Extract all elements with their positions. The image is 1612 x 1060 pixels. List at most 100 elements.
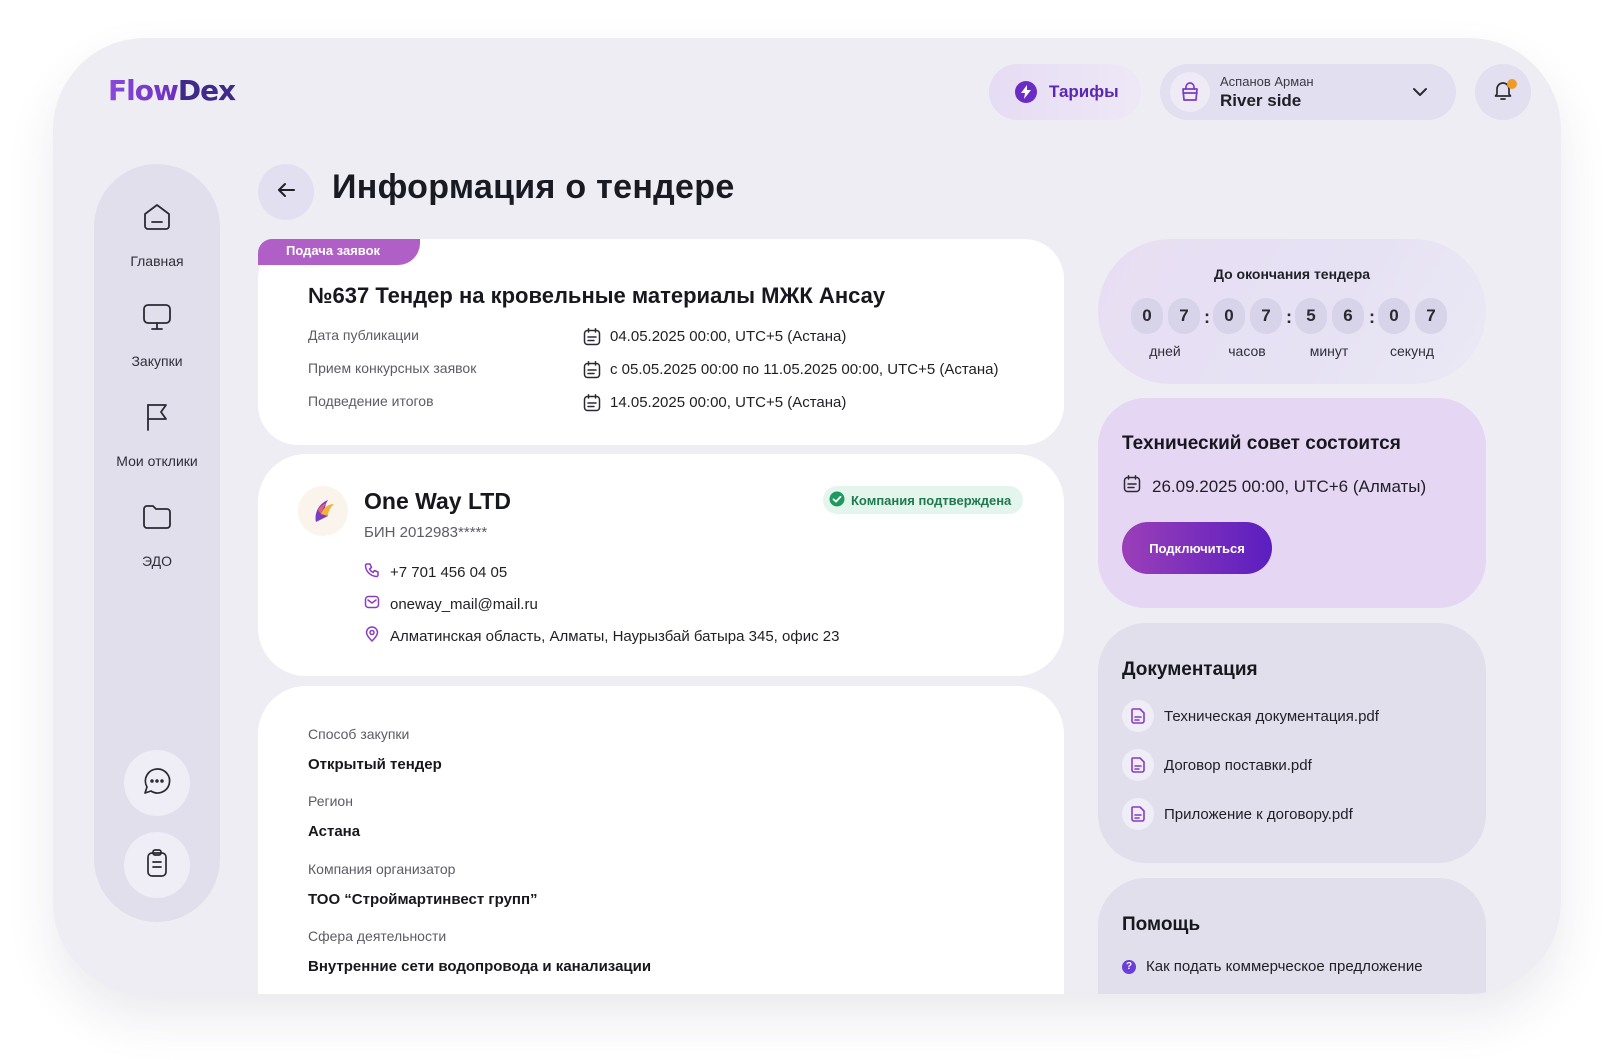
account-switcher[interactable]: Аспанов Арман River side	[1160, 64, 1456, 120]
sidebar-item-responses[interactable]: Мои отклики	[94, 400, 220, 469]
calendar-icon	[582, 360, 602, 385]
tech-council-card: Технический совет состоится 26.09.2025 0…	[1098, 398, 1486, 608]
company-phone[interactable]: +7 701 456 04 05	[364, 562, 507, 582]
calendar-icon	[582, 327, 602, 352]
document-name: Техническая документация.pdf	[1164, 707, 1379, 725]
countdown-title: До окончания тендера	[1213, 266, 1371, 282]
document-link[interactable]: Техническая документация.pdf	[1122, 700, 1379, 732]
notifications-button[interactable]	[1475, 64, 1531, 120]
row-value: 04.05.2025 00:00, UTC+5 (Астана)	[610, 328, 847, 345]
tariffs-label: Тарифы	[1049, 82, 1119, 101]
document-link[interactable]: Приложение к договору.pdf	[1122, 798, 1353, 830]
council-date: 26.09.2025 00:00, UTC+6 (Алматы)	[1152, 476, 1427, 496]
detail-value: Внутренние сети водопровода и канализаци…	[308, 958, 652, 975]
chat-icon	[142, 766, 172, 801]
tariffs-button[interactable]: Тарифы	[989, 64, 1141, 120]
calendar-icon	[1122, 474, 1142, 499]
help-link[interactable]: ? Как подать коммерческое предложение	[1122, 958, 1423, 975]
folder-icon	[140, 500, 174, 539]
separator: :	[1369, 307, 1375, 327]
row-value: с 05.05.2025 00:00 по 11.05.2025 00:00, …	[610, 361, 999, 378]
documentation-title: Документация	[1122, 659, 1258, 680]
monitor-icon	[140, 300, 174, 339]
days-digit-1: 0	[1131, 298, 1163, 334]
back-button[interactable]	[258, 164, 314, 220]
detail-label: Сфера деятельности	[308, 928, 447, 944]
document-icon	[1122, 798, 1154, 830]
company-logo	[298, 486, 348, 536]
mail-icon	[364, 594, 380, 614]
sidebar: Главная Закупки Мои отклики ЭДО	[94, 164, 220, 922]
detail-field: Способ закупки Открытый тендер	[308, 726, 442, 773]
logo-part-dex: Dex	[177, 74, 236, 107]
document-name: Договор поставки.pdf	[1164, 756, 1312, 774]
documentation-card: Документация Техническая документация.pd…	[1098, 623, 1486, 863]
company-email[interactable]: oneway_mail@mail.ru	[364, 594, 538, 614]
company-name: River side	[1220, 90, 1302, 110]
tender-title: №637 Тендер на кровельные материалы МЖК …	[308, 283, 886, 308]
hours-digit-2: 7	[1250, 298, 1282, 334]
join-button[interactable]: Подключиться	[1122, 522, 1272, 574]
company-card: One Way LTD БИН 2012983***** Компания по…	[258, 454, 1064, 676]
company-address: Алматинская область, Алматы, Наурызбай б…	[364, 626, 839, 646]
countdown-card: До окончания тендера 0 7 : 0 7 : 5 6 : 0…	[1098, 239, 1486, 384]
row-label: Подведение итогов	[308, 393, 434, 409]
status-badge: Подача заявок	[258, 239, 420, 265]
sidebar-item-label: Мои отклики	[116, 453, 198, 469]
details-card: Способ закупки Открытый тендер Регион Ас…	[258, 686, 1064, 994]
minutes-unit: минут	[1309, 343, 1349, 359]
days-digit-2: 7	[1168, 298, 1200, 334]
document-link[interactable]: Договор поставки.pdf	[1122, 749, 1312, 781]
detail-value: ТОО “Строймартинвест групп”	[308, 891, 538, 908]
sidebar-item-edo[interactable]: ЭДО	[94, 500, 220, 569]
location-pin-icon	[364, 626, 380, 646]
company-bin: БИН 2012983*****	[364, 524, 488, 541]
detail-label: Способ закупки	[308, 726, 410, 742]
lightning-icon	[1015, 81, 1037, 103]
document-name: Приложение к договору.pdf	[1164, 805, 1353, 823]
separator: :	[1286, 307, 1292, 327]
minutes-digit-1: 5	[1295, 298, 1327, 334]
address-value: Алматинская область, Алматы, Наурызбай б…	[390, 627, 840, 645]
shopping-bag-icon	[1170, 72, 1210, 112]
seconds-digit-1: 0	[1378, 298, 1410, 334]
detail-field: Сфера деятельности Внутренние сети водоп…	[308, 928, 651, 975]
days-unit: дней	[1149, 343, 1181, 359]
flowdex-logo[interactable]: FlowDex	[108, 74, 236, 107]
detail-value: Открытый тендер	[308, 756, 442, 773]
check-circle-icon	[829, 491, 845, 510]
question-icon: ?	[1122, 959, 1136, 974]
tender-card: Подача заявок №637 Тендер на кровельные …	[258, 239, 1064, 445]
document-icon	[1122, 700, 1154, 732]
phone-icon	[364, 562, 380, 582]
sidebar-item-label: Главная	[130, 253, 184, 269]
chat-button[interactable]	[124, 750, 190, 816]
sidebar-item-label: ЭДО	[142, 553, 172, 569]
email-value: oneway_mail@mail.ru	[390, 595, 538, 613]
seconds-digit-2: 7	[1415, 298, 1447, 334]
logo-part-flow: Flow	[108, 74, 179, 107]
page-title: Информация о тендере	[332, 168, 735, 206]
notification-badge	[1507, 79, 1517, 89]
row-value: 14.05.2025 00:00, UTC+5 (Астана)	[610, 394, 847, 411]
document-icon	[1122, 749, 1154, 781]
hours-unit: часов	[1228, 343, 1266, 359]
minutes-digit-2: 6	[1332, 298, 1364, 334]
user-name: Аспанов Арман	[1220, 73, 1314, 89]
sidebar-item-purchases[interactable]: Закупки	[94, 300, 220, 369]
company-name-heading: One Way LTD	[364, 488, 511, 514]
phone-value: +7 701 456 04 05	[390, 563, 508, 581]
verified-label: Компания подтверждена	[851, 492, 1012, 508]
detail-field: Компания организатор ТОО “Строймартинвес…	[308, 861, 538, 908]
detail-label: Регион	[308, 793, 353, 809]
seconds-unit: секунд	[1390, 343, 1434, 359]
row-label: Дата публикации	[308, 327, 419, 343]
chevron-down-icon[interactable]	[1410, 82, 1430, 107]
council-date-row: 26.09.2025 00:00, UTC+6 (Алматы)	[1122, 474, 1426, 499]
sidebar-item-home[interactable]: Главная	[94, 200, 220, 269]
tasks-button[interactable]	[124, 832, 190, 898]
sidebar-item-label: Закупки	[131, 353, 183, 369]
help-link-label: Как подать коммерческое предложение	[1146, 958, 1423, 975]
arrow-left-icon	[274, 178, 298, 207]
flag-icon	[140, 400, 174, 439]
